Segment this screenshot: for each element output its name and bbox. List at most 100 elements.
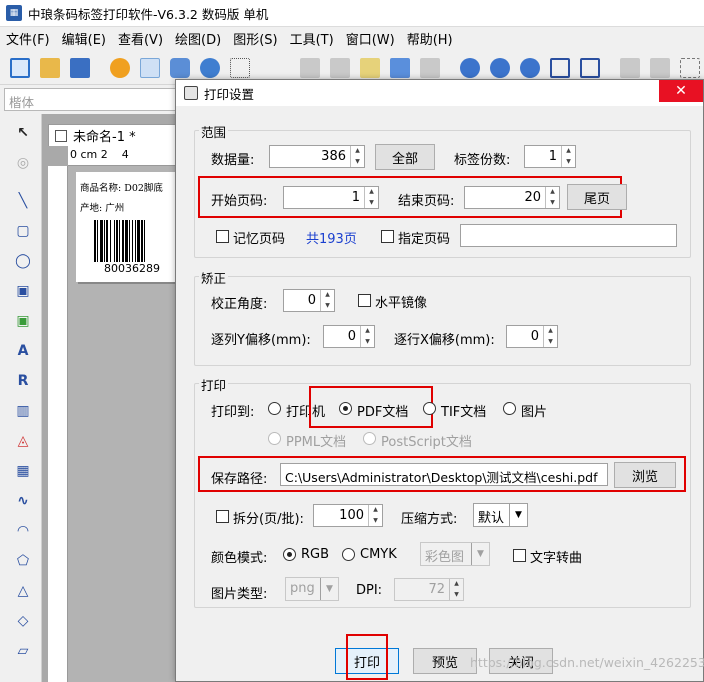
print-to-image-radio[interactable] (503, 402, 516, 415)
spin-down-icon[interactable]: ▼ (544, 337, 557, 348)
cut-icon[interactable] (300, 58, 320, 78)
text-tool-icon[interactable]: A (12, 340, 34, 362)
color-image-select[interactable]: 彩色图 ▼ (420, 542, 490, 566)
browse-button[interactable]: 浏览 (614, 462, 676, 488)
horizontal-mirror-checkbox[interactable] (358, 294, 371, 307)
spin-up-icon[interactable]: ▲ (450, 579, 463, 590)
document-tab[interactable]: 未命名-1 * (48, 124, 182, 146)
align-icon[interactable] (620, 58, 640, 78)
spin-down-icon[interactable]: ▼ (369, 516, 382, 527)
spin-up-icon[interactable]: ▲ (361, 326, 374, 337)
spin-up-icon[interactable]: ▲ (321, 290, 334, 301)
correction-angle-stepper[interactable]: 0 ▲ ▼ (283, 289, 335, 312)
column-y-offset-stepper[interactable]: 0 ▲ ▼ (323, 325, 375, 348)
zoom-fit-icon[interactable] (520, 58, 540, 78)
select-pointer-icon[interactable]: ↖ (12, 122, 34, 144)
compress-select[interactable]: 默认 ▼ (473, 503, 528, 527)
spin-down-icon[interactable]: ▼ (361, 337, 374, 348)
spin-down-icon[interactable]: ▼ (321, 301, 334, 312)
data-count-stepper[interactable]: 386 ▲ ▼ (269, 145, 365, 168)
remember-page-checkbox[interactable] (216, 230, 229, 243)
image-type-select[interactable]: png ▼ (285, 577, 339, 601)
copy-icon[interactable] (330, 58, 350, 78)
spin-up-icon[interactable]: ▲ (546, 187, 559, 198)
specify-page-input[interactable] (460, 224, 677, 247)
all-button[interactable]: 全部 (375, 144, 435, 170)
menu-window[interactable]: 窗口(W) (340, 29, 401, 48)
spin-up-icon[interactable]: ▲ (365, 187, 378, 198)
spin-up-icon[interactable]: ▲ (351, 146, 364, 157)
menu-view[interactable]: 查看(V) (112, 29, 169, 48)
last-page-button[interactable]: 尾页 (567, 184, 627, 210)
menu-shape[interactable]: 图形(S) (227, 29, 283, 48)
barcode-image[interactable] (94, 220, 182, 262)
menu-file[interactable]: 文件(F) (0, 29, 56, 48)
spin-up-icon[interactable]: ▲ (544, 326, 557, 337)
image-tool-icon[interactable]: ▣ (12, 310, 34, 332)
new-file-icon[interactable] (10, 58, 30, 78)
spin-up-icon[interactable]: ▲ (369, 505, 382, 516)
spin-down-icon[interactable]: ▼ (351, 157, 364, 168)
copies-stepper[interactable]: 1 ▲ ▼ (524, 145, 576, 168)
design-canvas[interactable]: 商品名称: D02脚底 产地: 广州 80036289 (68, 166, 182, 682)
rich-text-tool-icon[interactable]: R (12, 370, 34, 392)
start-page-stepper[interactable]: 1 ▲ ▼ (283, 186, 379, 209)
redo-icon[interactable] (420, 58, 440, 78)
split-checkbox[interactable] (216, 510, 229, 523)
row-x-offset-stepper[interactable]: 0 ▲ ▼ (506, 325, 558, 348)
spin-down-icon[interactable]: ▼ (450, 590, 463, 601)
fit-page-icon[interactable] (550, 58, 570, 78)
spin-up-icon[interactable]: ▲ (562, 146, 575, 157)
curve-tool-icon[interactable]: ∿ (12, 490, 34, 512)
database-icon[interactable] (170, 58, 190, 78)
rotate-icon[interactable]: ◎ (12, 152, 34, 174)
print-to-pdf-radio[interactable] (339, 402, 352, 415)
specify-page-checkbox[interactable] (381, 230, 394, 243)
menu-edit[interactable]: 编辑(E) (56, 29, 112, 48)
font-family-select[interactable]: 楷体 (4, 88, 176, 111)
zoom-in-icon[interactable] (460, 58, 480, 78)
shape-tool-icon[interactable]: ◬ (12, 430, 34, 452)
save-icon[interactable] (70, 58, 90, 78)
zoom-out-icon[interactable] (490, 58, 510, 78)
open-folder-icon[interactable] (40, 58, 60, 78)
barcode-tool-icon[interactable]: ▥ (12, 400, 34, 422)
group-icon[interactable] (680, 58, 700, 78)
text-to-curve-checkbox[interactable] (513, 549, 526, 562)
spin-down-icon[interactable]: ▼ (562, 157, 575, 168)
menu-draw[interactable]: 绘图(D) (169, 29, 227, 48)
rectangle-tool-icon[interactable]: ▢ (12, 220, 34, 242)
grid-icon[interactable] (230, 58, 250, 78)
paste-icon[interactable] (360, 58, 380, 78)
qrcode-tool-icon[interactable]: ▦ (12, 460, 34, 482)
label-origin[interactable]: 产地: 广州 (80, 200, 124, 214)
label-product-name[interactable]: 商品名称: D02脚底 (80, 180, 163, 194)
spin-down-icon[interactable]: ▼ (546, 198, 559, 209)
settings-gear-icon[interactable] (110, 58, 130, 78)
align-center-icon[interactable] (650, 58, 670, 78)
polygon-tool-icon[interactable]: ⬠ (12, 550, 34, 572)
close-icon[interactable]: ✕ (659, 80, 703, 102)
actual-size-icon[interactable] (580, 58, 600, 78)
split-stepper[interactable]: 100 ▲ ▼ (313, 504, 383, 527)
picture-tool-icon[interactable]: ▣ (12, 280, 34, 302)
database-link-icon[interactable] (200, 58, 220, 78)
arc-tool-icon[interactable]: ◠ (12, 520, 34, 542)
spin-down-icon[interactable]: ▼ (365, 198, 378, 209)
dpi-stepper[interactable]: 72 ▲ ▼ (394, 578, 464, 601)
diamond-tool-icon[interactable]: ◇ (12, 610, 34, 632)
menu-help[interactable]: 帮助(H) (401, 29, 459, 48)
triangle-tool-icon[interactable]: △ (12, 580, 34, 602)
preview-button[interactable]: 预览 (413, 648, 477, 674)
save-path-input[interactable]: C:\Users\Administrator\Desktop\测试文档\cesh… (280, 463, 608, 486)
color-rgb-radio[interactable] (283, 548, 296, 561)
print-icon[interactable] (140, 58, 160, 78)
line-tool-icon[interactable]: ╲ (12, 190, 34, 212)
color-cmyk-radio[interactable] (342, 548, 355, 561)
ellipse-tool-icon[interactable]: ◯ (12, 250, 34, 272)
menu-tools[interactable]: 工具(T) (284, 29, 340, 48)
print-to-printer-radio[interactable] (268, 402, 281, 415)
parallelogram-tool-icon[interactable]: ▱ (12, 640, 34, 662)
end-page-stepper[interactable]: 20 ▲ ▼ (464, 186, 560, 209)
print-to-ppml-radio[interactable] (268, 432, 281, 445)
